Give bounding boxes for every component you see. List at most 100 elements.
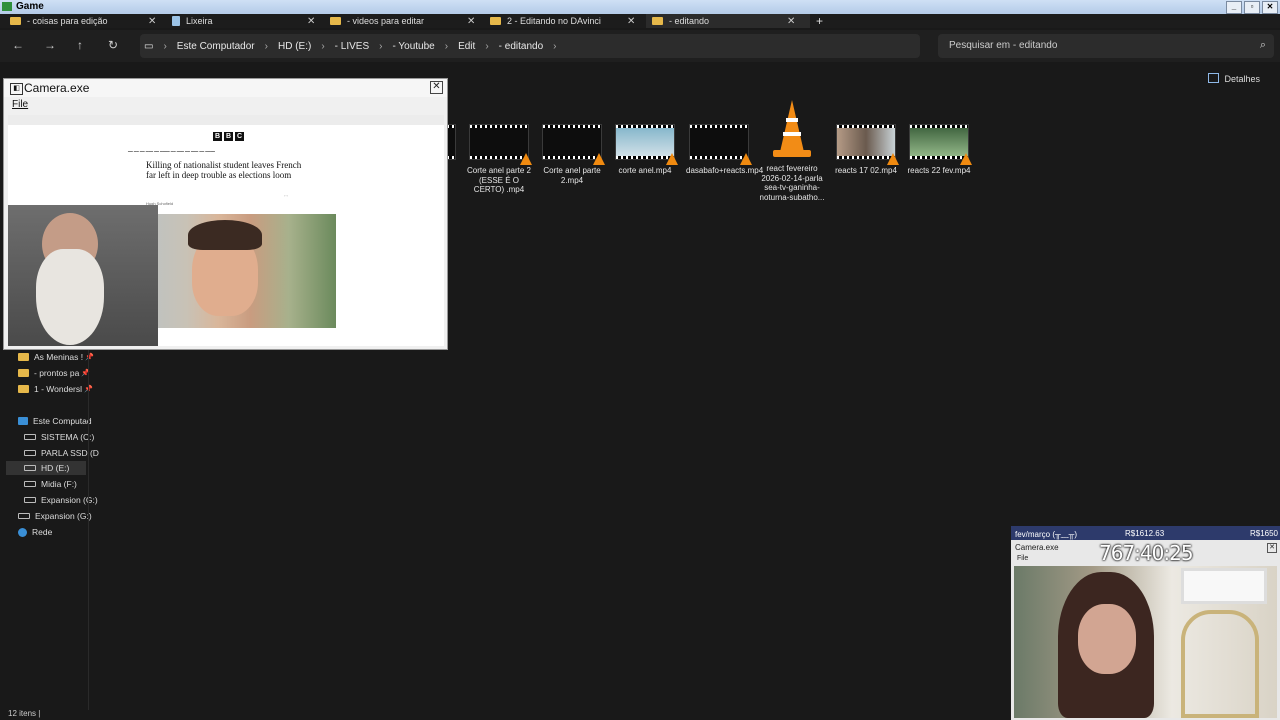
overlay-window-title: Camera.exe (1015, 543, 1059, 552)
video-thumbnail (689, 124, 752, 165)
game-window-titlebar: Game _ ▫ ✕ (0, 0, 1280, 14)
close-icon[interactable]: ✕ (1267, 543, 1277, 553)
file-name: reacts 22 fev.mp4 (907, 166, 971, 175)
sidebar-item-label: Midia (F:) (41, 479, 77, 489)
search-input[interactable]: Pesquisar em - editando ⌕ (938, 34, 1274, 58)
file-name: Corte anel parte 2.mp4 (543, 166, 601, 185)
goal-target: R$1650 (1249, 529, 1278, 538)
chevron-right-icon: › (321, 40, 325, 52)
tab-videos-para-editar[interactable]: - videos para editar ✕ (330, 14, 480, 28)
new-tab-icon[interactable]: + (816, 14, 823, 28)
file-item[interactable]: dasabafo+reacts.mp4 (686, 124, 763, 176)
game-window-title: Game (16, 1, 44, 12)
sidebar-item-wondersl[interactable]: 1 - Wondersl📌 (18, 384, 93, 394)
file-name: corte anel.mp4 (618, 166, 672, 175)
sidebar-item-rede[interactable]: Rede (18, 527, 52, 537)
up-icon[interactable]: ↑ (77, 38, 83, 52)
breadcrumb-item[interactable]: Este Computador (177, 41, 255, 52)
close-icon[interactable]: ✕ (1262, 1, 1278, 14)
chevron-right-icon: › (485, 40, 489, 52)
article-headline: Killing of nationalist student leaves Fr… (146, 160, 302, 180)
camera-feed: BBC ━━ ━━ ━━ ━━━ ━━ ━━━━ ━━ ━━━ ━━ ━━━ ━… (8, 115, 444, 346)
video-thumbnail (836, 124, 899, 165)
file-item[interactable]: reacts 17 02.mp4 (833, 124, 899, 176)
details-label: Detalhes (1224, 74, 1260, 84)
overlay-camera-feed (1014, 566, 1277, 718)
file-item[interactable]: Corte anel parte 2 (ESSE É O CERTO) .mp4 (466, 124, 532, 195)
tab-close-icon[interactable]: ✕ (148, 16, 156, 27)
sidebar-item-expansion-1[interactable]: Expansion (G:) (24, 495, 98, 505)
refresh-icon[interactable]: ↻ (108, 38, 118, 52)
video-thumbnail (469, 124, 532, 165)
tab-editando[interactable]: - editando ✕ (646, 14, 810, 28)
tab-label: - videos para editar (347, 16, 425, 26)
vlc-cone-icon (773, 100, 811, 160)
vlc-icon (887, 153, 899, 165)
back-icon[interactable]: ← (12, 38, 24, 52)
camera-window[interactable]: ◧ Camera.exe ✕ File BBC ━━ ━━ ━━ ━━━ ━━ … (3, 78, 448, 350)
breadcrumb-item[interactable]: HD (E:) (278, 41, 311, 52)
vlc-icon (960, 153, 972, 165)
sidebar-item-label: Este Computad (33, 416, 92, 426)
file-item[interactable]: react fevereiro 2026-02-14-parla sea-tv-… (759, 100, 825, 202)
tab-label: - coisas para edição (27, 16, 108, 26)
status-bar: 12 itens | (8, 709, 41, 718)
details-button[interactable]: Detalhes (1208, 73, 1260, 84)
partial-file-thumbnail[interactable] (447, 124, 456, 160)
file-item[interactable]: Corte anel parte 2.mp4 (539, 124, 605, 185)
drive-icon (24, 481, 36, 487)
breadcrumb-item[interactable]: - Youtube (392, 41, 434, 52)
tab-close-icon[interactable]: ✕ (467, 16, 475, 27)
sidebar-item-este-computador[interactable]: Este Computad (18, 416, 92, 426)
camera-window-title: Camera.exe (24, 81, 90, 95)
video-thumbnail (542, 124, 605, 165)
breadcrumb[interactable]: ▭ › Este Computador › HD (E:) › - LIVES … (140, 34, 920, 58)
breadcrumb-item[interactable]: - editando (499, 41, 543, 52)
sidebar-item-prontos[interactable]: - prontos pa 📌 (18, 368, 90, 378)
stream-timer: 767:40:25 (1099, 541, 1194, 565)
sidebar-item-as-meninas[interactable]: As Meninas ! 📌 (18, 352, 94, 362)
computer-monitor-icon: ▭ (144, 40, 154, 52)
breadcrumb-item[interactable]: - LIVES (335, 41, 369, 52)
tab-close-icon[interactable]: ✕ (627, 16, 635, 27)
camera-overlay-window[interactable]: fev/março (╥﹏╥) R$1612.63 R$1650 Camera.… (1011, 526, 1280, 720)
minimize-icon[interactable]: _ (1226, 1, 1242, 14)
webcam-person (8, 205, 158, 346)
file-item[interactable]: corte anel.mp4 (612, 124, 678, 176)
recycle-bin-icon (172, 16, 180, 26)
chevron-right-icon: › (264, 40, 268, 52)
goal-current: R$1612.63 (1125, 529, 1165, 538)
sidebar-item-label: 1 - Wondersl (34, 384, 83, 394)
chevron-right-icon: › (163, 40, 167, 52)
forward-icon[interactable]: → (44, 38, 56, 52)
tab-editando-no-davinci[interactable]: 2 - Editando no DAvinci ✕ (490, 14, 640, 28)
file-item[interactable]: reacts 22 fev.mp4 (906, 124, 972, 176)
sidebar-item-hd-e[interactable]: HD (E:) (6, 461, 86, 475)
sidebar-item-midia[interactable]: Midia (F:) (24, 479, 77, 489)
breadcrumb-item[interactable]: Edit (458, 41, 475, 52)
camera-window-titlebar[interactable]: ◧ Camera.exe ✕ (4, 79, 447, 97)
browser-address-bar (8, 115, 444, 125)
overlay-menu-file[interactable]: File (1017, 555, 1028, 562)
menu-file[interactable]: File (12, 99, 28, 110)
chevron-right-icon: › (444, 40, 449, 52)
sidebar-item-expansion-2[interactable]: Expansion (G:) (18, 511, 92, 521)
vlc-icon (520, 153, 532, 165)
chevron-right-icon: › (379, 40, 383, 52)
sidebar-item-sistema[interactable]: SISTEMA (C:) (24, 432, 94, 442)
item-count: 12 itens (8, 709, 37, 718)
restore-icon[interactable]: ▫ (1244, 1, 1260, 14)
tab-lixeira[interactable]: Lixeira ✕ (172, 14, 322, 28)
game-window-controls: _ ▫ ✕ (1226, 1, 1278, 14)
close-icon[interactable]: ✕ (430, 81, 443, 94)
tab-label: - editando (669, 16, 710, 26)
details-pane-icon (1208, 73, 1220, 83)
share-controls: ◦ ◦ (284, 193, 288, 198)
sidebar-item-label: Expansion (G:) (35, 511, 92, 521)
drive-icon (24, 465, 36, 471)
pin-icon: 📌 (85, 354, 94, 361)
tab-close-icon[interactable]: ✕ (787, 16, 795, 27)
tab-coisas-para-edicao[interactable]: - coisas para edição ✕ (10, 14, 160, 28)
search-icon[interactable]: ⌕ (1260, 39, 1266, 52)
tab-close-icon[interactable]: ✕ (307, 16, 315, 27)
